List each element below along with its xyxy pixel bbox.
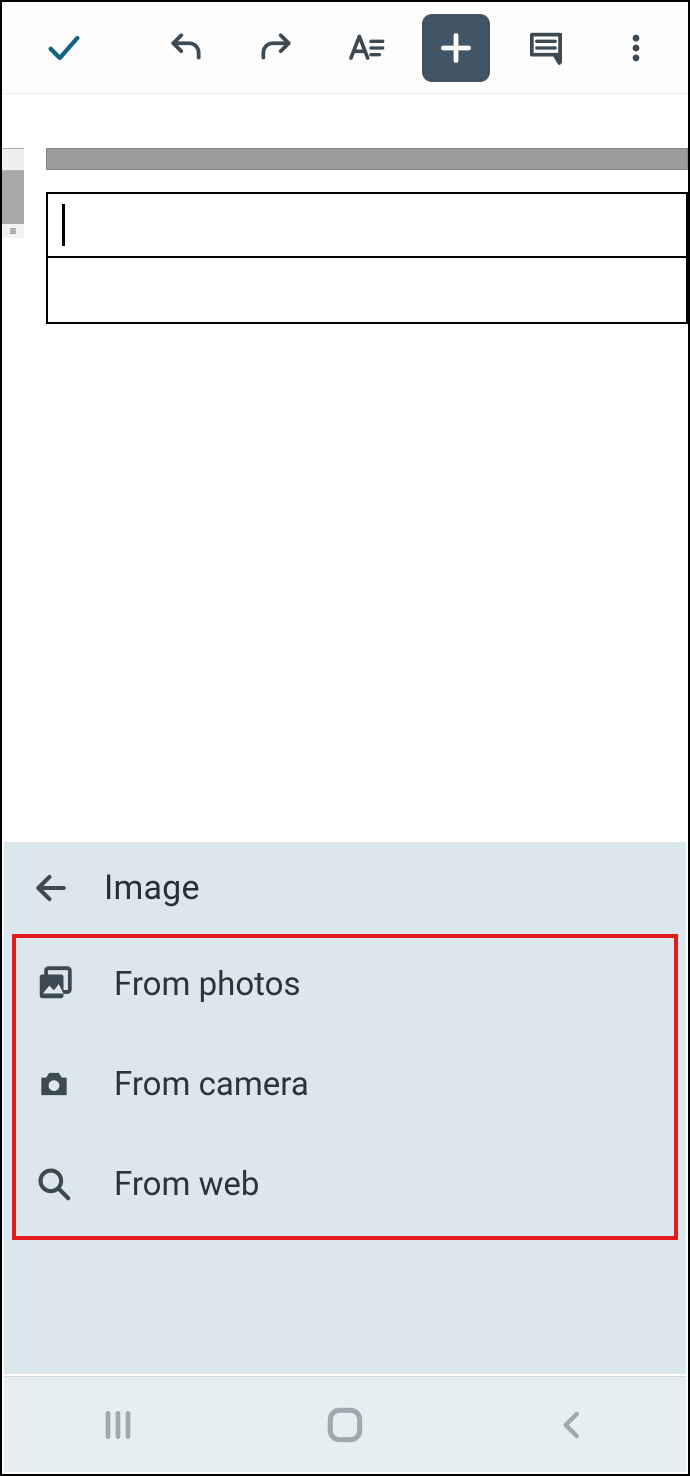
recents-icon [98,1405,138,1445]
menu-item-from-photos[interactable]: From photos [4,934,686,1034]
comment-button[interactable] [512,14,580,82]
comment-icon [526,28,566,68]
more-vertical-icon [619,31,653,65]
panel-title: Image [104,868,200,908]
search-icon [34,1164,74,1204]
redo-button[interactable] [242,14,310,82]
table-row[interactable] [48,258,686,322]
editor-toolbar [2,2,688,94]
home-icon [323,1403,367,1447]
menu-item-label: From photos [114,965,300,1004]
insert-button[interactable] [422,14,490,82]
table-row[interactable] [48,194,686,258]
text-format-icon [346,28,386,68]
text-caret [62,204,65,246]
redo-icon [257,29,295,67]
menu-item-label: From camera [114,1065,309,1104]
undo-button[interactable] [152,14,220,82]
nav-back-button[interactable] [512,1395,632,1455]
undo-icon [167,29,205,67]
done-button[interactable] [30,14,98,82]
insert-image-panel: Image From photos From camera [4,842,686,1374]
document-canvas[interactable]: ≡ [2,94,688,842]
menu-item-label: From web [114,1165,259,1204]
menu-item-from-camera[interactable]: From camera [4,1034,686,1134]
menu-item-from-web[interactable]: From web [4,1134,686,1234]
plus-icon [437,29,475,67]
nav-home-button[interactable] [285,1395,405,1455]
arrow-left-icon [32,869,70,907]
document-table[interactable] [46,192,688,324]
panel-header: Image [4,842,686,934]
text-format-button[interactable] [332,14,400,82]
nav-recents-button[interactable] [58,1395,178,1455]
check-icon [44,28,84,68]
panel-back-button[interactable] [32,869,70,907]
vertical-ruler: ≡ [2,148,24,238]
image-source-menu: From photos From camera From web [4,934,686,1234]
overflow-menu-button[interactable] [602,14,670,82]
horizontal-ruler [46,148,688,170]
camera-icon [34,1064,74,1104]
photo-library-icon [34,964,74,1004]
system-navigation-bar [4,1376,686,1472]
back-icon [553,1406,591,1444]
